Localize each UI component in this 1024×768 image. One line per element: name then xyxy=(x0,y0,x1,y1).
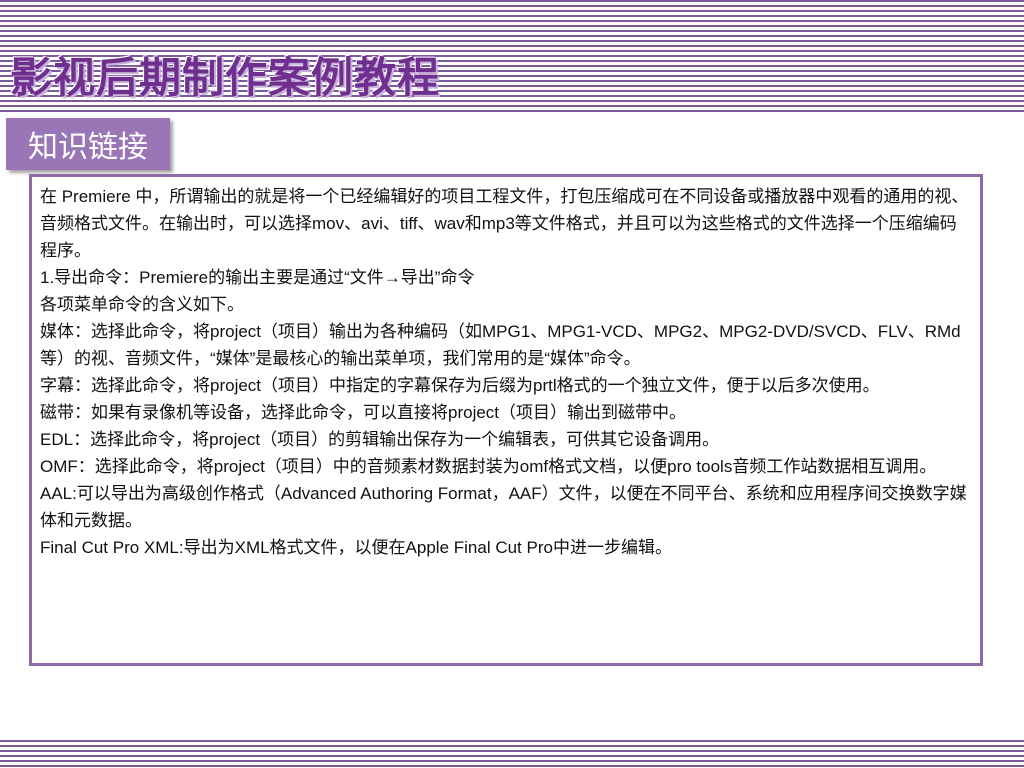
paragraph-export-command: 1.导出命令：Premiere的输出主要是通过“文件→导出”命令 xyxy=(40,268,475,287)
section-tag: 知识链接 xyxy=(6,118,170,170)
paragraph-omf: OMF：选择此命令，将project（项目）中的音频素材数据封装为omf格式文档… xyxy=(40,457,937,476)
footer-stripes xyxy=(0,740,1024,768)
paragraph-subtitle: 字幕：选择此命令，将project（项目）中指定的字幕保存为后缀为prtl格式的… xyxy=(40,376,880,395)
paragraph-menu-meaning: 各项菜单命令的含义如下。 xyxy=(40,295,244,314)
paragraph-media: 媒体：选择此命令，将project（项目）输出为各种编码（如MPG1、MPG1-… xyxy=(40,322,961,368)
slide-title: 影视后期制作案例教程 xyxy=(10,53,441,102)
paragraph-tape: 磁带：如果有录像机等设备，选择此命令，可以直接将project（项目）输出到磁带… xyxy=(40,403,687,422)
paragraph-edl: EDL：选择此命令，将project（项目）的剪辑输出保存为一个编辑表，可供其它… xyxy=(40,430,720,449)
paragraph-intro: 在 Premiere 中，所谓输出的就是将一个已经编辑好的项目工程文件，打包压缩… xyxy=(40,187,969,260)
paragraph-aal: AAL:可以导出为高级创作格式（Advanced Authoring Forma… xyxy=(40,484,967,530)
paragraph-final-cut: Final Cut Pro XML:导出为XML格式文件，以便在Apple Fi… xyxy=(40,538,672,557)
content-box: 在 Premiere 中，所谓输出的就是将一个已经编辑好的项目工程文件，打包压缩… xyxy=(29,174,983,666)
